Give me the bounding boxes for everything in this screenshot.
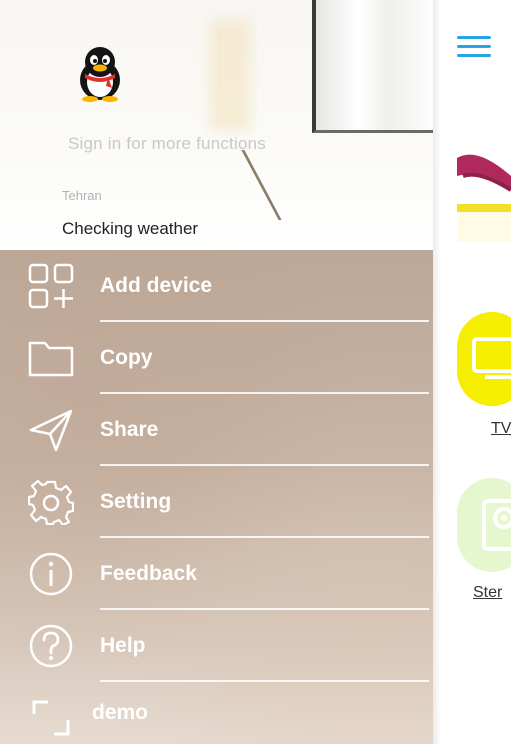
gear-icon [28,479,74,525]
menu-item-setting[interactable]: Setting [0,466,433,538]
add-device-grid-icon [28,263,74,309]
help-icon [29,624,73,668]
drawer-edge-shadow [433,0,441,744]
device-ster-label[interactable]: Ster [473,584,502,602]
banner-image [457,154,511,242]
menu-item-label: Share [100,418,159,441]
app-screen: TV Ster Sign in for more functions Tehra… [0,0,511,744]
folder-icon [28,341,74,377]
menu-item-add-device[interactable]: Add device [0,250,433,322]
menu-item-feedback[interactable]: Feedback [0,538,433,610]
drawer-menu: Add device Copy Share Setting Feedback H… [0,250,433,744]
weather-status: Checking weather [62,219,199,238]
device-ster-button[interactable] [457,478,511,572]
avatar-penguin-icon[interactable] [72,44,128,102]
menu-item-label: Feedback [100,562,197,585]
info-icon [29,552,73,596]
menu-item-copy[interactable]: Copy [0,322,433,394]
menu-item-share[interactable]: Share [0,394,433,466]
sign-in-link[interactable]: Sign in for more functions [68,134,266,154]
header-background-glow [210,20,250,130]
header-background-window [312,0,433,133]
paper-plane-icon [29,409,73,452]
menu-item-help[interactable]: Help [0,610,433,682]
menu-item-label: Copy [100,346,153,369]
weather-city: Tehran [62,188,102,203]
menu-item-label: Setting [100,490,172,513]
main-content: TV Ster [433,0,511,744]
frame-corners-icon [32,700,70,736]
menu-item-label: Help [100,634,146,657]
drawer-header: Sign in for more functions Tehran Checki… [0,0,433,250]
speaker-icon [482,499,511,551]
menu-item-demo[interactable]: demo [0,682,433,744]
menu-item-label: demo [92,701,149,724]
side-drawer: Sign in for more functions Tehran Checki… [0,0,433,744]
hamburger-menu-icon[interactable] [457,36,491,58]
device-tv-button[interactable] [457,312,511,406]
menu-item-label: Add device [100,274,213,297]
tv-icon [472,337,511,379]
device-tv-label[interactable]: TV [491,420,511,438]
header-background-streak [241,150,342,220]
